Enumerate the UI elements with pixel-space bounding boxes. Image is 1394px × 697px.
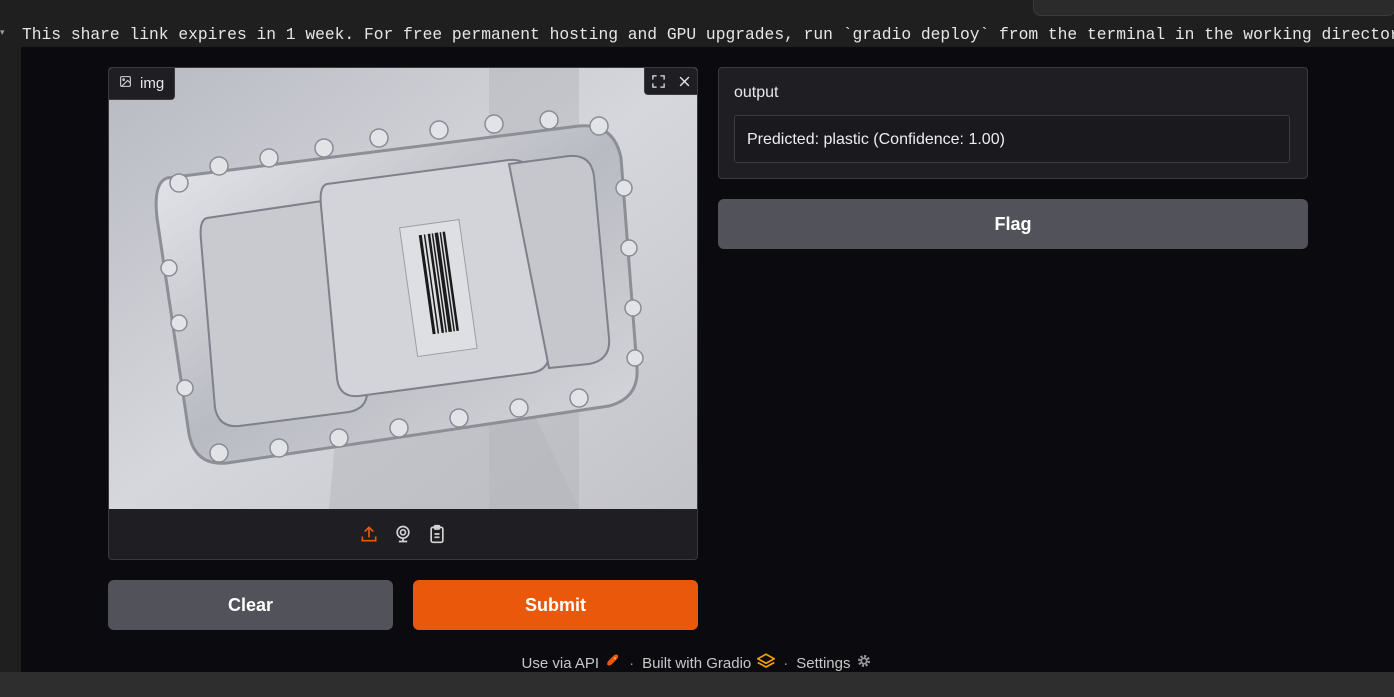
- image-icon: [119, 75, 132, 92]
- flag-button[interactable]: Flag: [718, 199, 1308, 249]
- output-panel: output Predicted: plastic (Confidence: 1…: [718, 67, 1308, 179]
- footer-separator: ·: [783, 654, 789, 672]
- use-via-api-link[interactable]: Use via API: [522, 653, 622, 673]
- output-textbox[interactable]: Predicted: plastic (Confidence: 1.00): [734, 115, 1290, 163]
- settings-link[interactable]: Settings: [796, 653, 872, 673]
- image-input-label: img: [109, 68, 176, 100]
- upload-icon[interactable]: [358, 523, 380, 545]
- share-link-notice: This share link expires in 1 week. For f…: [22, 25, 1394, 44]
- gear-icon: [856, 653, 872, 673]
- notebook-bottom-strip: [0, 672, 1394, 697]
- rocket-icon: [605, 653, 621, 673]
- footer: Use via API · Built with Gradio · Settin…: [0, 652, 1394, 674]
- built-with-gradio-link[interactable]: Built with Gradio: [642, 653, 777, 673]
- submit-button[interactable]: Submit: [413, 580, 698, 630]
- settings-text: Settings: [796, 654, 851, 672]
- uploaded-image: [109, 68, 697, 509]
- close-icon[interactable]: [671, 68, 697, 94]
- output-label: output: [734, 84, 779, 101]
- image-source-bar: [109, 509, 697, 559]
- collapse-output-icon[interactable]: ▾: [0, 28, 10, 40]
- use-via-api-text: Use via API: [521, 654, 600, 672]
- footer-separator: ·: [629, 654, 635, 672]
- fullscreen-icon[interactable]: [645, 68, 671, 94]
- clear-button[interactable]: Clear: [108, 580, 393, 630]
- webcam-icon[interactable]: [392, 523, 414, 545]
- clipboard-icon[interactable]: [426, 523, 448, 545]
- built-with-gradio-text: Built with Gradio: [642, 654, 752, 672]
- image-input-label-text: img: [140, 75, 165, 92]
- gradio-logo-icon: [756, 653, 777, 673]
- image-input-panel: img: [108, 67, 698, 560]
- cell-toolbar: ↑ ↓ ▾ ∞ ▭ ⚙ ⇱ ▣ ⋮: [1033, 0, 1394, 16]
- image-toolbar: [644, 68, 697, 95]
